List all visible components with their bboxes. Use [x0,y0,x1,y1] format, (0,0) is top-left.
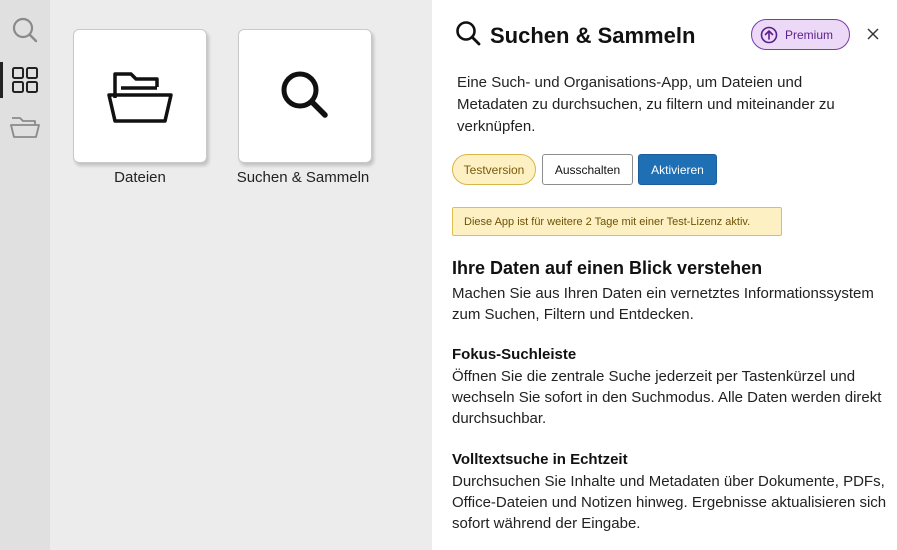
folder-open-icon [107,72,173,123]
section-heading: Ihre Daten auf einen Blick verstehen [452,258,763,278]
app-label-dateien: Dateien [114,169,166,186]
feature-title: Fokus-Suchleiste [452,346,577,363]
grid-icon [12,67,38,93]
trial-notice: Diese App ist für weitere 2 Tage mit ein… [452,207,782,236]
search-icon [12,17,38,43]
app-grid: Dateien Suchen & Sammeln [50,0,432,550]
rail-apps-button[interactable] [0,60,50,100]
trial-badge: Testversion [452,154,536,185]
app-label-suchen-sammeln: Suchen & Sammeln [236,169,370,186]
close-icon [867,28,879,40]
search-icon [456,21,481,46]
activate-button[interactable]: Aktivieren [638,154,717,185]
rail-search-button[interactable] [0,10,50,50]
rail-files-button[interactable] [0,106,50,146]
premium-badge[interactable]: Premium [751,19,850,50]
sidebar-rail [0,0,50,550]
app-detail-panel: Suchen & Sammeln Premium Eine Such- und … [432,0,897,550]
feature-text: Öffnen Sie die zentrale Suche jederzeit … [452,368,882,427]
folder-icon [10,117,40,138]
app-description: Eine Such- und Organisations-App, um Dat… [457,74,835,135]
search-icon [281,71,328,118]
close-button[interactable] [864,25,882,43]
premium-label: Premium [785,27,834,42]
disable-button[interactable]: Ausschalten [542,154,633,185]
app-tile-dateien[interactable] [73,29,207,163]
section-intro: Machen Sie aus Ihren Daten ein vernetzte… [452,285,874,323]
upgrade-icon [760,26,778,43]
feature-title: Volltextsuche in Echtzeit [452,451,628,468]
panel-title: Suchen & Sammeln [490,23,696,48]
app-tile-suchen-sammeln[interactable] [238,29,372,163]
feature-text: Durchsuchen Sie Inhalte und Metadaten üb… [452,473,887,532]
